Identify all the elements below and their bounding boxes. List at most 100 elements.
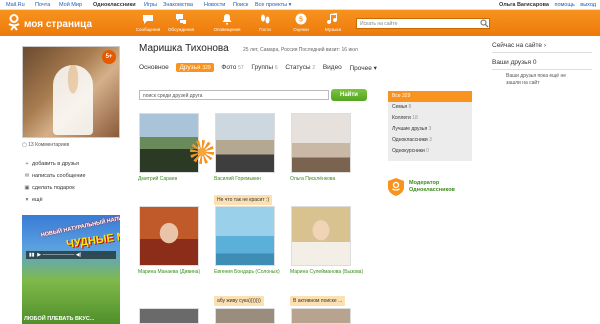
- nav-discussions[interactable]: Обсуждения: [164, 13, 198, 32]
- rating-badge: 5+: [102, 50, 116, 64]
- nav-messages-label: Сообщения: [135, 27, 161, 32]
- filter-label: Однокурсники: [392, 148, 425, 154]
- find-button[interactable]: Найти: [331, 89, 367, 101]
- your-friends-title: Ваши друзья 0: [492, 59, 537, 66]
- friends-filter-list: Все 329 Семья 8 Коллеги 18 Лучшие друзья…: [388, 91, 472, 161]
- ad-video-controls[interactable]: ▮▮ ▶ ───────── ◀): [26, 251, 116, 259]
- site-search-input[interactable]: Искать на сайте: [356, 18, 490, 29]
- filter-count: 18: [412, 115, 418, 121]
- friend-search-input[interactable]: поиск среди друзей друга: [139, 90, 329, 100]
- friend-photo[interactable]: [139, 206, 199, 266]
- tab-more[interactable]: Прочее ▾: [349, 64, 376, 72]
- comments-count: 13 Комментариев: [28, 142, 70, 148]
- my-page-link[interactable]: моя страница: [24, 19, 92, 30]
- svg-text:5: 5: [299, 17, 303, 24]
- friend-name[interactable]: Марина Сулейманова (Бызова): [290, 269, 363, 276]
- divider: [492, 69, 592, 70]
- send-message-action[interactable]: ✉ написать сообщение: [24, 173, 86, 179]
- friend-photo[interactable]: [139, 308, 199, 324]
- filter-count: 3: [429, 137, 432, 143]
- portal-user-name[interactable]: Ольга Вагисарова: [499, 2, 549, 8]
- friend-card[interactable]: Марина Манаева (Дивина): [138, 206, 208, 276]
- friend-name[interactable]: Ольга Писклёнкова: [290, 176, 360, 183]
- portal-link-all-projects[interactable]: Все проекты ▾: [255, 2, 291, 8]
- more-action[interactable]: ▾ ещё: [24, 197, 43, 203]
- profile-avatar[interactable]: 5+: [22, 46, 120, 138]
- filter-count: 0: [426, 148, 429, 154]
- tab-friends-label: Друзья: [179, 64, 201, 71]
- tab-statuses[interactable]: Статусы 2: [285, 64, 315, 71]
- ratings-icon: 5: [295, 13, 307, 25]
- add-friend-action[interactable]: + добавить в друзья: [24, 161, 79, 167]
- nav-guests[interactable]: Гости: [248, 13, 282, 32]
- tab-photos[interactable]: Фото 57: [221, 64, 243, 71]
- friend-photo[interactable]: [215, 206, 275, 266]
- portal-link-odnoklassniki[interactable]: Одноклассники: [93, 2, 136, 8]
- tab-friends-count: 329: [202, 65, 211, 71]
- friend-name[interactable]: Дмитрий Сараев: [138, 176, 208, 183]
- friend-name[interactable]: Василий Горемыкин: [214, 176, 284, 183]
- friend-card[interactable]: Василий Горемыкин: [214, 113, 284, 183]
- help-link[interactable]: помощь: [554, 2, 574, 8]
- tab-groups[interactable]: Группы 6: [251, 64, 277, 71]
- gift-icon: ▣: [24, 185, 30, 191]
- guests-footprints-icon: [261, 14, 270, 24]
- friend-photo[interactable]: [139, 113, 199, 173]
- moderator-line1: Модератор: [409, 180, 440, 186]
- portal-link-dating[interactable]: Знакомства: [163, 2, 193, 8]
- friend-photo[interactable]: [215, 308, 275, 324]
- friend-card[interactable]: Марина Сулейманова (Бызова): [290, 206, 363, 276]
- tab-statuses-label: Статусы: [285, 64, 311, 71]
- comments-link[interactable]: ▢ 13 Комментариев: [22, 142, 69, 148]
- filter-coursemates[interactable]: Однокурсники 0: [388, 146, 472, 157]
- filter-classmates[interactable]: Одноклассники 3: [388, 135, 472, 146]
- filter-family[interactable]: Семья 8: [388, 102, 472, 113]
- friend-photo[interactable]: [291, 308, 351, 324]
- tab-main[interactable]: Основное: [139, 64, 169, 71]
- ad-footer-text: ЛЮБОЙ ПЛЕВАТЬ ВКУС...: [24, 316, 95, 322]
- friend-name[interactable]: Марина Манаева (Дивина): [138, 269, 208, 276]
- portal-link-games[interactable]: Игры: [144, 2, 157, 8]
- filter-colleagues[interactable]: Коллеги 18: [388, 113, 472, 124]
- tab-photos-label: Фото: [221, 64, 237, 71]
- nav-guests-label: Гости: [259, 27, 271, 32]
- more-label: ещё: [32, 197, 43, 203]
- online-now-link[interactable]: Сейчас на сайте ›: [492, 42, 546, 49]
- filter-label: Лучшие друзья: [392, 126, 428, 132]
- nav-messages[interactable]: Сообщения: [131, 13, 165, 32]
- nav-ratings[interactable]: 5 Оценки: [284, 13, 318, 32]
- friend-photo[interactable]: [215, 113, 275, 173]
- avatar-photo: [53, 65, 93, 135]
- profile-name: Маришка Тихонова: [139, 43, 229, 54]
- moderator-line2: Одноклассников: [409, 187, 455, 193]
- filter-count: 8: [408, 104, 412, 110]
- exit-link[interactable]: выход: [580, 2, 596, 8]
- friend-name[interactable]: Евгения Бондарь (Солоных): [214, 269, 284, 276]
- friend-card[interactable]: Евгения Бондарь (Солоных): [214, 206, 284, 276]
- moderator-badge[interactable]: Модератор Одноклассников: [388, 178, 488, 198]
- nav-ratings-label: Оценки: [293, 27, 309, 32]
- chevron-down-icon: ▾: [25, 197, 29, 203]
- friend-photo[interactable]: [291, 113, 351, 173]
- tab-friends[interactable]: Друзья 329: [176, 63, 214, 72]
- odnoklassniki-logo-icon[interactable]: [7, 14, 21, 31]
- nav-discussions-label: Обсуждения: [167, 27, 195, 32]
- tab-video[interactable]: Видео: [323, 64, 342, 71]
- friend-card[interactable]: Ольга Писклёнкова: [290, 113, 360, 183]
- portal-link-search[interactable]: Поиск: [233, 2, 248, 8]
- nav-music[interactable]: Музыка: [316, 13, 350, 32]
- search-icon[interactable]: [480, 19, 489, 28]
- filter-all[interactable]: Все 329: [388, 91, 472, 102]
- nav-notifications[interactable]: Оповещения: [210, 13, 244, 32]
- portal-link-mail[interactable]: Почта: [35, 2, 50, 8]
- portal-link-news[interactable]: Новости: [204, 2, 225, 8]
- portal-link-mymir[interactable]: Мой Мир: [59, 2, 82, 8]
- send-gift-action[interactable]: ▣ сделать подарок: [24, 185, 74, 191]
- friend-photo[interactable]: [291, 206, 351, 266]
- portal-link-mailru[interactable]: Mail.Ru: [6, 2, 25, 8]
- filter-best-friends[interactable]: Лучшие друзья 3: [388, 124, 472, 135]
- filter-label: Все: [392, 93, 401, 99]
- advertisement-banner[interactable]: НОВЫЙ НАТУРАЛЬНЫЙ НАПИТОК ЧУДНЫЕ МИКС ▮▮…: [22, 215, 120, 324]
- portal-bar: Mail.Ru Почта Мой Мир Одноклассники Игры…: [0, 0, 600, 10]
- moderator-shield-icon: [388, 178, 404, 196]
